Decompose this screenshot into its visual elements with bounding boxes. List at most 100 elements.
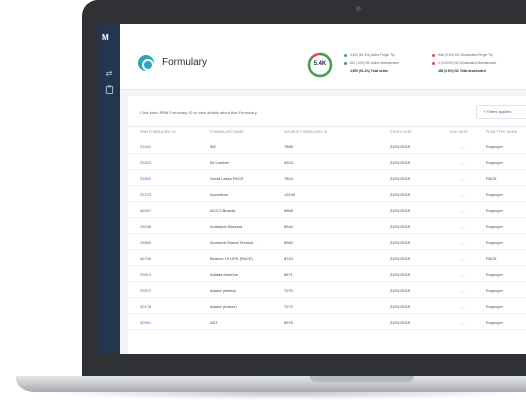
cell-pbm-id[interactable]: 30178 [140, 304, 151, 309]
cell-start-date: 01/01/2019 [390, 256, 411, 261]
cell-plan-type: Employer [486, 304, 503, 309]
cell-start-date: 01/01/2019 [390, 208, 411, 213]
app-sidebar: M ⇄ [98, 24, 120, 354]
cell-source-id: 8544 [284, 224, 293, 229]
cell-plan-type: Employer [486, 288, 503, 293]
table-row[interactable]: 36557 ACCO Brands 9868 01/01/2019 — Employer [128, 202, 526, 218]
formulary-table-card: Click each PBM Formulary ID to view deta… [128, 96, 526, 354]
cell-formulary-name: Activision Blizzard [210, 224, 243, 229]
cell-pbm-id[interactable]: 36768 [140, 256, 151, 261]
column-header-start-date[interactable]: Start Date [390, 130, 412, 134]
cell-end-date: — [461, 176, 465, 181]
cell-end-date: — [461, 272, 465, 277]
cell-end-date: — [461, 224, 465, 229]
cell-start-date: 01/01/2019 [390, 192, 411, 197]
cell-pbm-id[interactable]: 33509 [140, 176, 151, 181]
table-row[interactable]: 30178 Adobe (Kaiser) 7272 01/01/2019 — Employ… [128, 298, 526, 314]
cell-end-date: — [461, 208, 465, 213]
stat-active-manufacturer: 810 (10%) NC Active Manufacturer [344, 61, 399, 67]
cell-formulary-name: Adobe (Kaiser) [210, 304, 237, 309]
table-row[interactable]: 28855 Acument Global Technol... 8562 01/01/… [128, 234, 526, 250]
cell-end-date: — [461, 160, 465, 165]
cell-end-date: — [461, 144, 465, 149]
cell-formulary-name: ADT [210, 320, 218, 325]
cell-formulary-name: 3M [210, 144, 216, 149]
laptop-screen: M ⇄ Formulary 5.4K 4,400 (81.4%) Active … [98, 24, 526, 354]
webcam [356, 6, 361, 11]
table-divider [128, 126, 526, 127]
column-header-source-id[interactable]: Source Formulary ID [284, 130, 327, 134]
cell-formulary-name: Beacon Of LIFE (PACE) [210, 256, 253, 261]
cell-source-id: 8671 [284, 272, 293, 277]
cell-formulary-name: Acument Global Technol... [210, 240, 257, 245]
cell-pbm-id[interactable]: 25423 [140, 160, 151, 165]
cell-start-date: 01/01/2019 [390, 160, 411, 165]
cell-pbm-id[interactable]: 23441 [140, 144, 151, 149]
cell-start-date: 01/01/2019 [390, 304, 411, 309]
stat-deactivated-manufacturer: 4 (0.004%) NC Deactivated Manufacturer [432, 61, 496, 67]
stat-dot [432, 61, 435, 65]
table-row[interactable]: 36768 Beacon Of LIFE (PACE) 8724 01/01/2019… [128, 250, 526, 266]
cell-formulary-name: Accenture [210, 192, 229, 197]
column-header-end-date[interactable]: End Date [450, 130, 468, 134]
cell-source-id: 7272 [284, 304, 293, 309]
table-row[interactable]: 25723 Accenture 13190 01/01/2019 — Employer [128, 186, 526, 202]
table-row[interactable]: 33509 Great Lakes PACE 7824 01/01/2019 — PACE [128, 170, 526, 186]
cell-pbm-id[interactable]: 36557 [140, 208, 151, 213]
cell-start-date: 01/01/2019 [390, 224, 411, 229]
table-row[interactable]: 29972 Adobe (Aetna) 7270 01/01/2019 — Employe… [128, 282, 526, 298]
stat-dot [344, 53, 347, 57]
cell-end-date: — [461, 320, 465, 325]
column-header-plan-type[interactable]: Plan Type Name [486, 130, 517, 134]
cell-source-id: 13190 [284, 192, 296, 197]
column-header-formulary-name[interactable]: Formulary Name [210, 130, 244, 134]
cell-formulary-name: 84 Lumber [210, 160, 230, 165]
stat-total-active: 4,500 (91.4%) Total active [350, 69, 389, 73]
cell-plan-type: Employer [486, 160, 503, 165]
cell-pbm-id[interactable]: 25723 [140, 192, 151, 197]
stat-dot [344, 61, 347, 65]
cell-end-date: — [461, 256, 465, 261]
swap-icon[interactable]: ⇄ [104, 70, 114, 78]
cell-pbm-id[interactable]: 29972 [140, 288, 151, 293]
cell-pbm-id[interactable]: 30991 [140, 320, 151, 325]
stat-dot [432, 53, 435, 57]
column-header-pbm-id[interactable]: PBM Formulary ID [140, 130, 176, 134]
app-logo[interactable]: M [102, 33, 109, 42]
table-row[interactable]: 28548 Activision Blizzard 8544 01/01/2019 — E… [128, 218, 526, 234]
cell-end-date: — [461, 192, 465, 197]
cell-formulary-name: ACCO Brands [210, 208, 236, 213]
clipboard-icon[interactable] [104, 85, 114, 94]
table-row[interactable]: 29610 Adidas America 8671 01/01/2019 — Employ… [128, 266, 526, 282]
cell-plan-type: Employer [486, 240, 503, 245]
cell-source-id: 9868 [284, 208, 293, 213]
cell-plan-type: Employer [486, 144, 503, 149]
table-hint: Click each PBM Formulary ID to view deta… [140, 110, 258, 115]
page-header: Formulary 5.4K 4,400 (81.4%) Active Fing… [120, 24, 526, 90]
filters-button[interactable]: + Filters applied [476, 105, 526, 119]
cell-plan-type: PACE [486, 256, 497, 261]
stat-active-finger-tip: 4,400 (81.4%) Active Finger Tip [344, 53, 394, 59]
cell-source-id: 8562 [284, 240, 293, 245]
cell-source-id: 7824 [284, 176, 293, 181]
cell-plan-type: PACE [486, 176, 497, 181]
laptop-notch [310, 376, 414, 382]
table-row[interactable]: 23441 3M 7865 01/01/2019 — Employer [128, 138, 526, 154]
formulary-icon [138, 55, 154, 71]
cell-start-date: 01/01/2019 [390, 320, 411, 325]
cell-plan-type: Employer [486, 192, 503, 197]
stat-deactivated-finger-tip: HAe (9.6%) NC Deactivated Finger Tip [432, 53, 493, 59]
cell-source-id: 7270 [284, 288, 293, 293]
cell-pbm-id[interactable]: 28855 [140, 240, 151, 245]
cell-start-date: 01/01/2019 [390, 240, 411, 245]
cell-end-date: — [461, 288, 465, 293]
cell-pbm-id[interactable]: 29610 [140, 272, 151, 277]
cell-source-id: 7865 [284, 144, 293, 149]
cell-plan-type: Employer [486, 272, 503, 277]
cell-formulary-name: Adidas America [210, 272, 238, 277]
cell-start-date: 01/01/2019 [390, 272, 411, 277]
table-row[interactable]: 30991 ADT 8576 01/01/2019 — Employer [128, 314, 526, 330]
table-row[interactable]: 25423 84 Lumber 9323 01/01/2019 — Employer [128, 154, 526, 170]
cell-source-id: 8724 [284, 256, 293, 261]
cell-pbm-id[interactable]: 28548 [140, 224, 151, 229]
